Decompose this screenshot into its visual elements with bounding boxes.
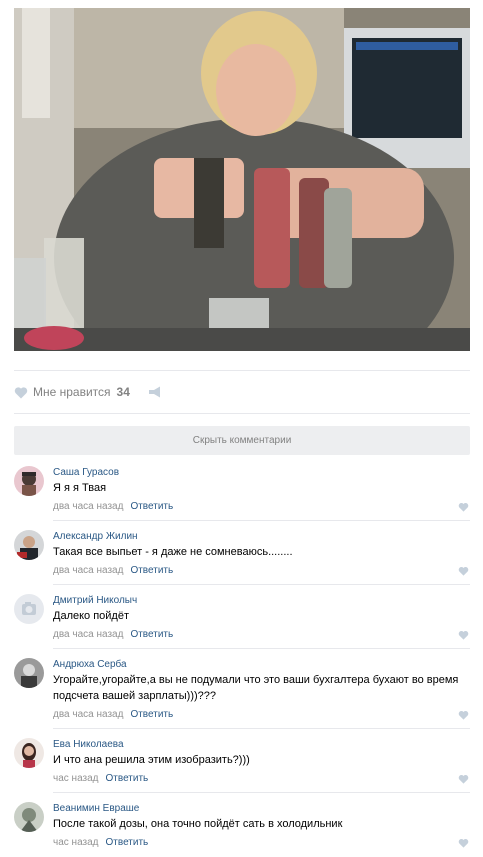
comment: Андрюха Серба Угорайте,угорайте,а вы не … [14,658,470,728]
divider [14,370,470,371]
divider [53,584,470,585]
avatar[interactable] [14,738,44,768]
comment-time[interactable]: два часа назад [53,709,123,720]
divider [14,413,470,414]
heart-icon[interactable] [458,502,469,512]
divider [53,648,470,649]
share-icon[interactable] [148,386,162,398]
reply-button[interactable]: Ответить [106,837,149,848]
avatar[interactable] [14,594,44,624]
heart-icon[interactable] [14,386,28,399]
like-count: 34 [116,385,130,399]
comment-time[interactable]: два часа назад [53,501,123,512]
divider [53,520,470,521]
reply-button[interactable]: Ответить [130,501,173,512]
heart-icon[interactable] [458,566,469,576]
comment-author[interactable]: Ева Николаева [53,738,470,751]
avatar[interactable] [14,658,44,688]
divider [53,792,470,793]
comment: Веанимин Евраше После такой дозы, она то… [14,802,470,856]
comment-text: Далеко пойдёт [53,610,130,622]
comment-time[interactable]: час назад [53,837,99,848]
reply-button[interactable]: Ответить [130,709,173,720]
reply-button[interactable]: Ответить [130,565,173,576]
comment-time[interactable]: час назад [53,773,99,784]
comment-text: И что ана решила этим изобразить?))) [53,754,250,766]
heart-icon[interactable] [458,774,469,784]
post-photo[interactable] [14,8,470,351]
like-label[interactable]: Мне нравится [33,385,111,399]
comment-text: После такой дозы, она точно пойдёт сать … [53,818,343,830]
comment-text: Такая все выпьет - я даже не сомневаюсь.… [53,546,293,558]
comment-text: Угорайте,угорайте,а вы не подумали что э… [53,674,459,702]
comment-time[interactable]: два часа назад [53,565,123,576]
comment-author[interactable]: Веанимин Евраше [53,802,470,815]
comment-time[interactable]: два часа назад [53,629,123,640]
avatar[interactable] [14,530,44,560]
heart-icon[interactable] [458,630,469,640]
comment-author[interactable]: Саша Гурасов [53,466,470,479]
comment-author[interactable]: Андрюха Серба [53,658,470,671]
comment: Александр Жилин Такая все выпьет - я даж… [14,530,470,584]
comment-author[interactable]: Дмитрий Николыч [53,594,470,607]
comment: Дмитрий Николыч Далеко пойдёт два часа н… [14,594,470,648]
heart-icon[interactable] [458,710,469,720]
comment: Саша Гурасов Я я я Твая два часа назад От… [14,466,470,520]
comment-text: Я я я Твая [53,482,107,494]
heart-icon[interactable] [458,838,469,848]
reply-button[interactable]: Ответить [130,629,173,640]
like-bar: Мне нравится 34 [14,381,162,403]
hide-comments-button[interactable]: Скрыть комментарии [14,426,470,455]
divider [53,728,470,729]
reply-button[interactable]: Ответить [106,773,149,784]
comment: Ева Николаева И что ана решила этим изоб… [14,738,470,792]
avatar[interactable] [14,466,44,496]
avatar[interactable] [14,802,44,832]
comment-author[interactable]: Александр Жилин [53,530,470,543]
